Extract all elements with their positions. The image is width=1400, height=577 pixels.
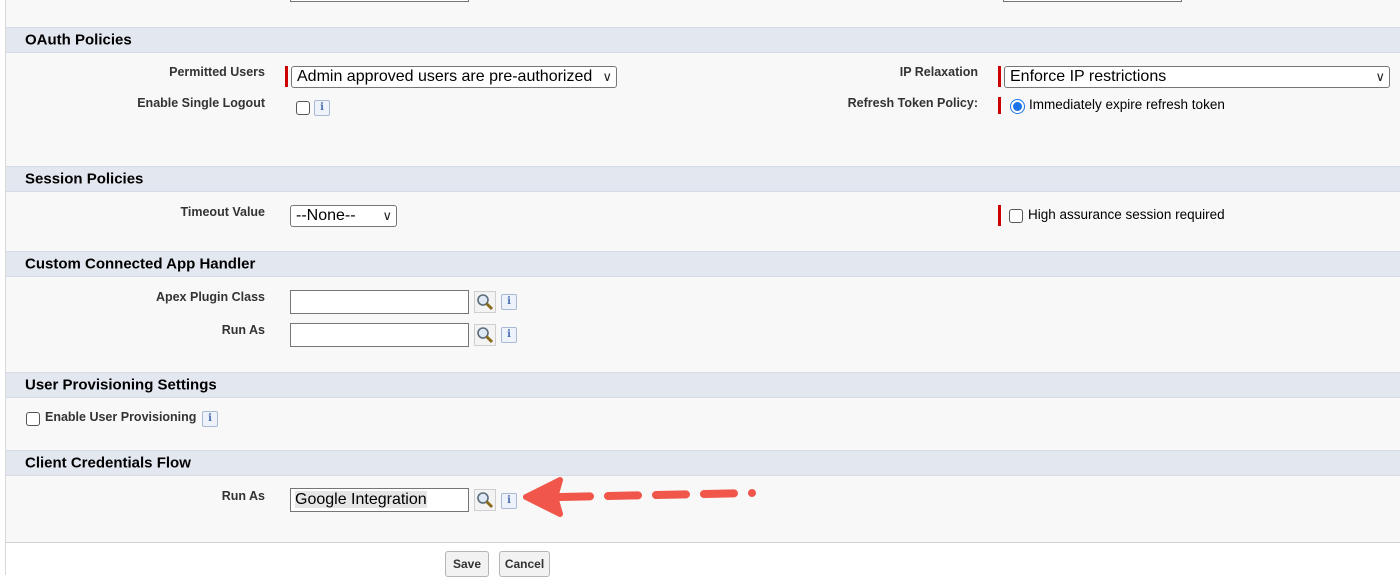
chevron-down-icon: ∨ (382, 208, 392, 223)
required-indicator (998, 66, 1001, 87)
top-remnant (5, 0, 1400, 27)
enable-user-provisioning-checkbox[interactable] (26, 412, 40, 426)
chevron-down-icon: ∨ (1375, 69, 1385, 84)
timeout-value-label: Timeout Value (180, 205, 265, 219)
info-icon[interactable]: i (314, 100, 330, 116)
run-as-label: Run As (221, 489, 265, 503)
apex-plugin-class-input[interactable] (290, 290, 469, 314)
refresh-token-policy-label: Refresh Token Policy: (847, 96, 978, 110)
required-indicator (285, 66, 288, 87)
session-policies-header: Session Policies (5, 166, 1400, 192)
user-provisioning-header: User Provisioning Settings (5, 372, 1400, 398)
section-title: Session Policies (25, 170, 144, 188)
info-icon[interactable]: i (501, 493, 517, 509)
top-left-input[interactable] (290, 0, 469, 2)
timeout-value: --None-- (296, 207, 356, 224)
info-icon[interactable]: i (501, 294, 517, 310)
cancel-button[interactable]: Cancel (499, 551, 550, 577)
lookup-magnifier-icon[interactable] (474, 489, 496, 511)
run-as-input[interactable] (290, 323, 469, 347)
oauth-policies-header: OAuth Policies (5, 27, 1400, 53)
connected-app-edit-page: OAuth Policies Permitted Users Admin app… (5, 0, 1400, 577)
section-title: Client Credentials Flow (25, 454, 191, 472)
footer-divider (5, 542, 1400, 543)
save-button[interactable]: Save (445, 551, 489, 577)
custom-handler-header: Custom Connected App Handler (5, 251, 1400, 277)
permitted-users-select[interactable]: Admin approved users are pre-authorized … (291, 66, 617, 88)
ip-relaxation-label: IP Relaxation (899, 65, 978, 79)
immediately-expire-label: Immediately expire refresh token (1029, 97, 1225, 112)
chevron-down-icon: ∨ (602, 69, 612, 84)
high-assurance-checkbox[interactable] (1009, 209, 1023, 223)
permitted-users-value: Admin approved users are pre-authorized (297, 68, 593, 85)
high-assurance-label: High assurance session required (1028, 207, 1225, 222)
client-credentials-run-as-input[interactable]: Google Integration (290, 488, 469, 512)
client-credentials-header: Client Credentials Flow (5, 450, 1400, 476)
lookup-magnifier-icon[interactable] (474, 324, 496, 346)
section-title: OAuth Policies (25, 31, 132, 49)
timeout-value-select[interactable]: --None-- ∨ (290, 205, 397, 227)
section-title: User Provisioning Settings (25, 376, 217, 394)
section-title: Custom Connected App Handler (25, 255, 256, 273)
enable-single-logout-label: Enable Single Logout (137, 96, 265, 110)
ip-relaxation-select[interactable]: Enforce IP restrictions ∨ (1004, 66, 1390, 88)
required-indicator (998, 205, 1001, 226)
left-border (5, 0, 6, 575)
immediately-expire-radio[interactable] (1010, 99, 1025, 114)
run-as-value: Google Integration (295, 491, 427, 508)
permitted-users-label: Permitted Users (169, 65, 265, 79)
annotation-arrow-icon (523, 477, 756, 517)
apex-plugin-class-label: Apex Plugin Class (155, 290, 265, 304)
run-as-label: Run As (221, 323, 265, 337)
required-indicator (998, 97, 1001, 114)
info-icon[interactable]: i (202, 411, 218, 427)
top-right-input[interactable] (1003, 0, 1182, 2)
lookup-magnifier-icon[interactable] (474, 291, 496, 313)
enable-user-provisioning-label: Enable User Provisioning (45, 410, 197, 424)
enable-single-logout-checkbox[interactable] (296, 101, 310, 115)
ip-relaxation-value: Enforce IP restrictions (1010, 68, 1167, 85)
info-icon[interactable]: i (501, 327, 517, 343)
